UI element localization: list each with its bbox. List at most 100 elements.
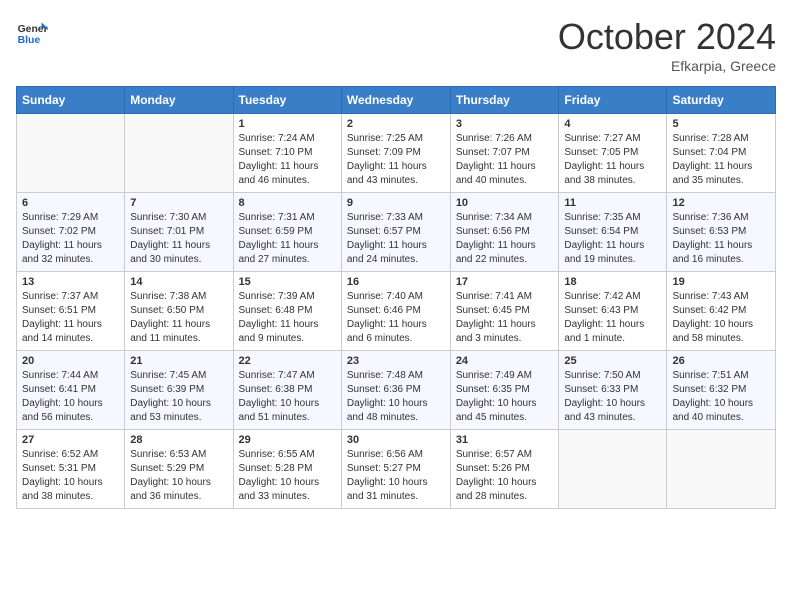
day-number: 26: [672, 355, 770, 367]
calendar-cell: 21Sunrise: 7:45 AM Sunset: 6:39 PM Dayli…: [125, 351, 233, 430]
calendar-cell: 5 Sunrise: 7:28 AM Sunset: 7:04 PM Daylig…: [667, 114, 776, 193]
calendar-cell: 13 Sunrise: 7:37 AM Sunset: 6:51 PM Dayli…: [17, 272, 125, 351]
day-info: Sunrise: 7:42 AM Sunset: 6:43 PM Dayligh…: [564, 290, 661, 346]
day-number: 3: [456, 118, 554, 130]
day-number: 7: [130, 197, 227, 209]
day-info: Sunrise: 7:29 AM Sunset: 7:02 PM Dayligh…: [22, 211, 119, 267]
day-number: 30: [347, 434, 445, 446]
day-info: Sunrise: 7:40 AM Sunset: 6:46 PM Dayligh…: [347, 290, 445, 346]
calendar-cell: 11Sunrise: 7:35 AM Sunset: 6:54 PM Dayli…: [559, 193, 667, 272]
day-number: 20: [22, 355, 119, 367]
calendar-week-4: 20 Sunrise: 7:44 AM Sunset: 6:41 PM Dayli…: [17, 351, 776, 430]
day-number: 14: [130, 276, 227, 288]
day-number: 1: [239, 118, 336, 130]
month-title: October 2024: [558, 16, 776, 58]
calendar-cell: 22Sunrise: 7:47 AM Sunset: 6:38 PM Dayli…: [233, 351, 341, 430]
day-info: Sunrise: 7:24 AM Sunset: 7:10 PM Dayligh…: [239, 132, 336, 188]
calendar-cell: 29 Sunrise: 6:55 AM Sunset: 5:28 PM Dayli…: [233, 430, 341, 509]
day-info: Sunrise: 6:56 AM Sunset: 5:27 PM Dayligh…: [347, 448, 445, 504]
calendar-cell: 14 Sunrise: 7:38 AM Sunset: 6:50 PM Dayli…: [125, 272, 233, 351]
day-info: Sunrise: 7:31 AM Sunset: 6:59 PM Dayligh…: [239, 211, 336, 267]
day-number: 18: [564, 276, 661, 288]
calendar-cell: [559, 430, 667, 509]
calendar-cell: 31 Sunrise: 6:57 AM Sunset: 5:26 PM Dayli…: [450, 430, 559, 509]
day-number: 21: [130, 355, 227, 367]
logo: General Blue: [16, 16, 48, 48]
day-info: Sunrise: 6:55 AM Sunset: 5:28 PM Dayligh…: [239, 448, 336, 504]
day-number: 22: [239, 355, 336, 367]
day-info: Sunrise: 6:52 AM Sunset: 5:31 PM Dayligh…: [22, 448, 119, 504]
day-info: Sunrise: 7:27 AM Sunset: 7:05 PM Dayligh…: [564, 132, 661, 188]
location: Efkarpia, Greece: [558, 58, 776, 74]
svg-text:Blue: Blue: [18, 35, 41, 46]
day-info: Sunrise: 7:33 AM Sunset: 6:57 PM Dayligh…: [347, 211, 445, 267]
day-info: Sunrise: 7:51 AM Sunset: 6:32 PM Dayligh…: [672, 369, 770, 425]
calendar-cell: 19Sunrise: 7:43 AM Sunset: 6:42 PM Dayli…: [667, 272, 776, 351]
weekday-header-wednesday: Wednesday: [341, 87, 450, 114]
day-info: Sunrise: 7:44 AM Sunset: 6:41 PM Dayligh…: [22, 369, 119, 425]
day-number: 29: [239, 434, 336, 446]
day-number: 27: [22, 434, 119, 446]
weekday-header-sunday: Sunday: [17, 87, 125, 114]
calendar-cell: 25 Sunrise: 7:50 AM Sunset: 6:33 PM Dayli…: [559, 351, 667, 430]
calendar-cell: 4 Sunrise: 7:27 AM Sunset: 7:05 PM Daylig…: [559, 114, 667, 193]
day-number: 31: [456, 434, 554, 446]
title-block: October 2024 Efkarpia, Greece: [558, 16, 776, 74]
day-info: Sunrise: 7:49 AM Sunset: 6:35 PM Dayligh…: [456, 369, 554, 425]
calendar-body: 1 Sunrise: 7:24 AM Sunset: 7:10 PM Daylig…: [17, 114, 776, 509]
calendar-week-1: 1 Sunrise: 7:24 AM Sunset: 7:10 PM Daylig…: [17, 114, 776, 193]
calendar-cell: [125, 114, 233, 193]
day-number: 17: [456, 276, 554, 288]
calendar-cell: [667, 430, 776, 509]
weekday-header-thursday: Thursday: [450, 87, 559, 114]
day-number: 5: [672, 118, 770, 130]
calendar-cell: 27 Sunrise: 6:52 AM Sunset: 5:31 PM Dayli…: [17, 430, 125, 509]
day-number: 19: [672, 276, 770, 288]
day-info: Sunrise: 7:25 AM Sunset: 7:09 PM Dayligh…: [347, 132, 445, 188]
calendar-cell: 3 Sunrise: 7:26 AM Sunset: 7:07 PM Daylig…: [450, 114, 559, 193]
calendar-cell: 15 Sunrise: 7:39 AM Sunset: 6:48 PM Dayli…: [233, 272, 341, 351]
calendar-cell: 30 Sunrise: 6:56 AM Sunset: 5:27 PM Dayli…: [341, 430, 450, 509]
day-number: 8: [239, 197, 336, 209]
day-info: Sunrise: 6:53 AM Sunset: 5:29 PM Dayligh…: [130, 448, 227, 504]
day-info: Sunrise: 7:38 AM Sunset: 6:50 PM Dayligh…: [130, 290, 227, 346]
day-info: Sunrise: 7:37 AM Sunset: 6:51 PM Dayligh…: [22, 290, 119, 346]
day-info: Sunrise: 7:36 AM Sunset: 6:53 PM Dayligh…: [672, 211, 770, 267]
day-info: Sunrise: 7:41 AM Sunset: 6:45 PM Dayligh…: [456, 290, 554, 346]
calendar-cell: 8 Sunrise: 7:31 AM Sunset: 6:59 PM Daylig…: [233, 193, 341, 272]
day-number: 6: [22, 197, 119, 209]
calendar-cell: 23Sunrise: 7:48 AM Sunset: 6:36 PM Dayli…: [341, 351, 450, 430]
calendar-header-row: SundayMondayTuesdayWednesdayThursdayFrid…: [17, 87, 776, 114]
day-number: 23: [347, 355, 445, 367]
day-info: Sunrise: 7:26 AM Sunset: 7:07 PM Dayligh…: [456, 132, 554, 188]
day-number: 15: [239, 276, 336, 288]
day-info: Sunrise: 6:57 AM Sunset: 5:26 PM Dayligh…: [456, 448, 554, 504]
day-info: Sunrise: 7:50 AM Sunset: 6:33 PM Dayligh…: [564, 369, 661, 425]
day-number: 25: [564, 355, 661, 367]
day-info: Sunrise: 7:28 AM Sunset: 7:04 PM Dayligh…: [672, 132, 770, 188]
day-number: 10: [456, 197, 554, 209]
calendar-week-5: 27 Sunrise: 6:52 AM Sunset: 5:31 PM Dayli…: [17, 430, 776, 509]
day-info: Sunrise: 7:30 AM Sunset: 7:01 PM Dayligh…: [130, 211, 227, 267]
calendar-week-2: 6 Sunrise: 7:29 AM Sunset: 7:02 PM Daylig…: [17, 193, 776, 272]
day-number: 12: [672, 197, 770, 209]
logo-icon: General Blue: [16, 16, 48, 48]
day-number: 13: [22, 276, 119, 288]
calendar-cell: 6 Sunrise: 7:29 AM Sunset: 7:02 PM Daylig…: [17, 193, 125, 272]
weekday-header-monday: Monday: [125, 87, 233, 114]
day-number: 2: [347, 118, 445, 130]
day-info: Sunrise: 7:39 AM Sunset: 6:48 PM Dayligh…: [239, 290, 336, 346]
page-header: General Blue October 2024 Efkarpia, Gree…: [16, 16, 776, 74]
calendar-cell: [17, 114, 125, 193]
day-info: Sunrise: 7:35 AM Sunset: 6:54 PM Dayligh…: [564, 211, 661, 267]
day-info: Sunrise: 7:34 AM Sunset: 6:56 PM Dayligh…: [456, 211, 554, 267]
day-number: 9: [347, 197, 445, 209]
calendar-cell: 7 Sunrise: 7:30 AM Sunset: 7:01 PM Daylig…: [125, 193, 233, 272]
calendar-week-3: 13 Sunrise: 7:37 AM Sunset: 6:51 PM Dayli…: [17, 272, 776, 351]
calendar-cell: 16Sunrise: 7:40 AM Sunset: 6:46 PM Dayli…: [341, 272, 450, 351]
calendar-cell: 24 Sunrise: 7:49 AM Sunset: 6:35 PM Dayli…: [450, 351, 559, 430]
day-number: 24: [456, 355, 554, 367]
calendar-cell: 18 Sunrise: 7:42 AM Sunset: 6:43 PM Dayli…: [559, 272, 667, 351]
day-number: 4: [564, 118, 661, 130]
calendar-cell: 9 Sunrise: 7:33 AM Sunset: 6:57 PM Daylig…: [341, 193, 450, 272]
